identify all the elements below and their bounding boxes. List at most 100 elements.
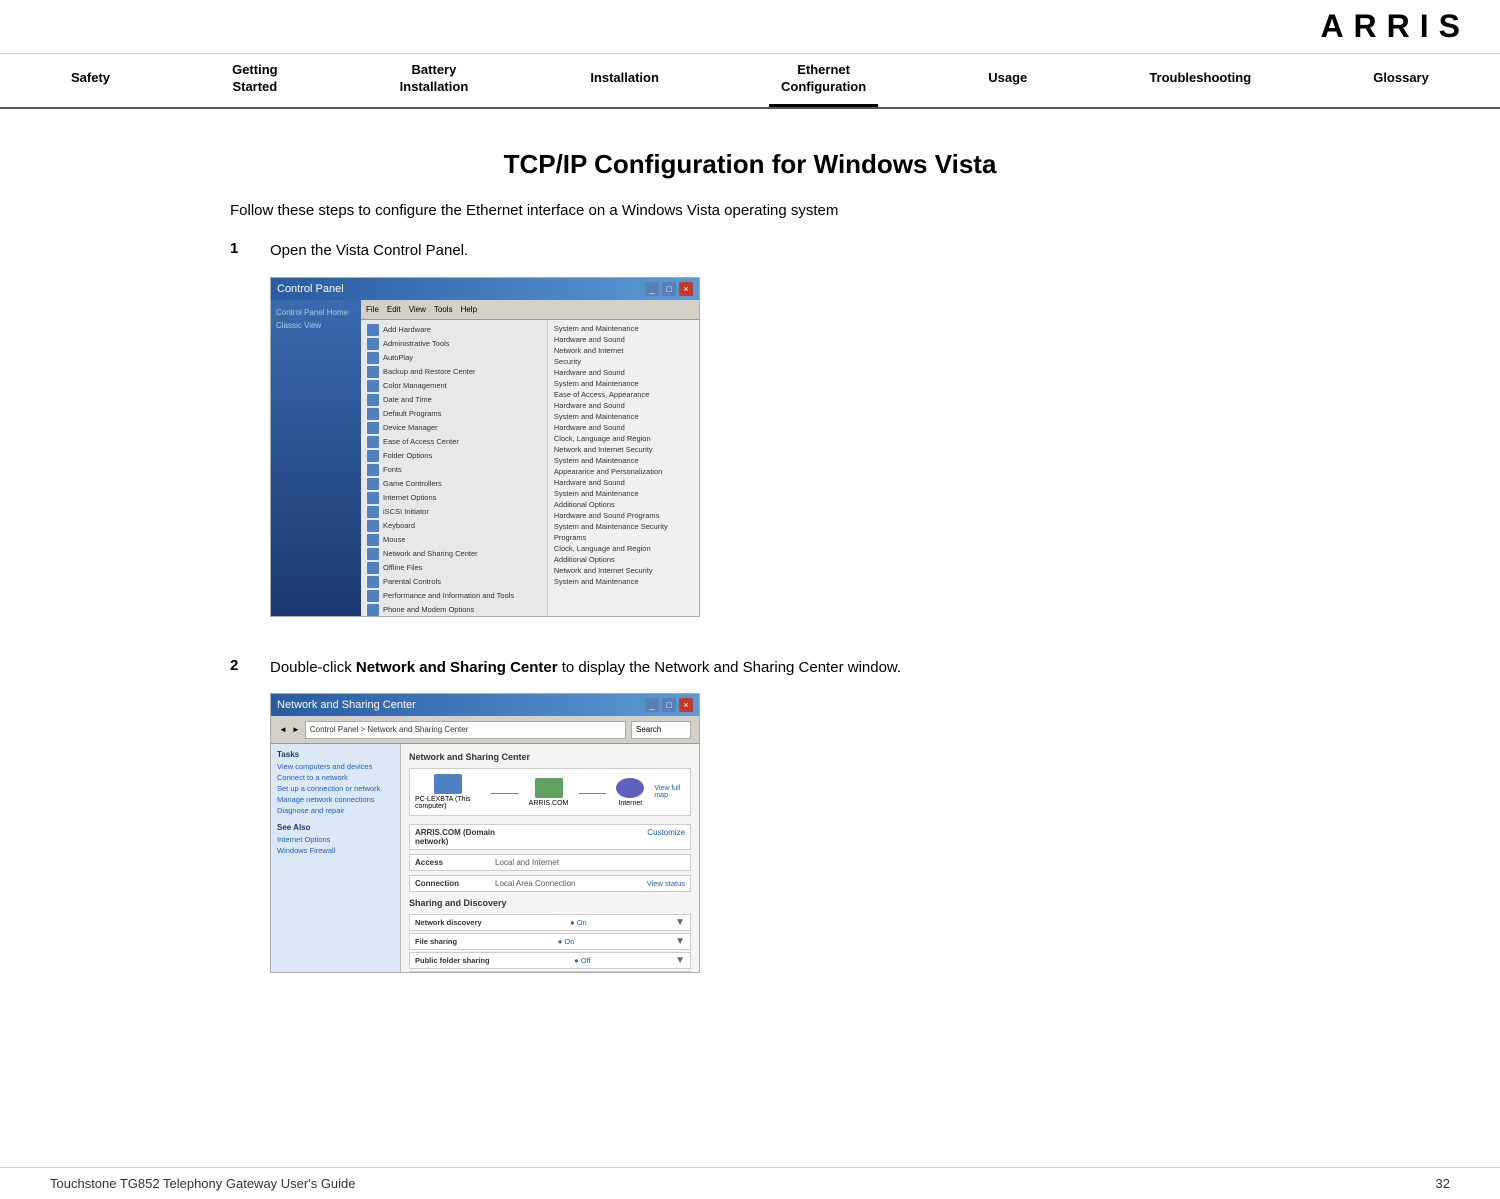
view-full-map-link[interactable]: View full map <box>654 785 685 799</box>
nsc-minimize-btn[interactable]: _ <box>645 698 659 712</box>
intro-text: Follow these steps to configure the Ethe… <box>50 200 1450 223</box>
right-item[interactable]: Additional Options <box>551 554 696 565</box>
list-item[interactable]: Performance and Information and Tools <box>364 589 544 603</box>
list-item[interactable]: Mouse <box>364 533 544 547</box>
cp-toolbar-view[interactable]: View <box>409 305 426 314</box>
nsc-task-manage[interactable]: Manage network connections <box>277 795 394 804</box>
list-item[interactable]: Phone and Modem Options <box>364 603 544 616</box>
cp-toolbar-tools[interactable]: Tools <box>434 305 453 314</box>
list-item[interactable]: AutoPlay <box>364 351 544 365</box>
right-item[interactable]: Ease of Access, Appearance <box>551 389 696 400</box>
cp-maximize-btn[interactable]: □ <box>662 282 676 296</box>
list-item[interactable]: Color Management <box>364 379 544 393</box>
right-item[interactable]: Hardware and Sound <box>551 422 696 433</box>
list-item[interactable]: Network and Sharing Center <box>364 547 544 561</box>
right-item[interactable]: Hardware and Sound Programs <box>551 510 696 521</box>
nsc-toolbar: ◄ ► Control Panel > Network and Sharing … <box>271 716 699 744</box>
cp-toolbar-file[interactable]: File <box>366 305 379 314</box>
nsc-arrow-1: —— <box>491 784 519 800</box>
list-item[interactable]: Game Controllers <box>364 477 544 491</box>
list-item[interactable]: Parental Controls <box>364 575 544 589</box>
nsc-windows-firewall[interactable]: Windows Firewall <box>277 846 394 855</box>
right-item[interactable]: Hardware and Sound <box>551 400 696 411</box>
nsc-title: Network and Sharing Center <box>277 699 416 711</box>
right-item[interactable]: System and Maintenance <box>551 323 696 334</box>
nsc-close-btn[interactable]: × <box>679 698 693 712</box>
list-item-icon <box>367 548 379 560</box>
cp-sidebar-classic[interactable]: Classic View <box>276 321 356 330</box>
right-item[interactable]: Hardware and Sound <box>551 367 696 378</box>
nav-ethernet-configuration[interactable]: Ethernet Configuration <box>769 54 878 107</box>
right-item[interactable]: Network and Internet <box>551 345 696 356</box>
nsc-task-diagnose[interactable]: Diagnose and repair <box>277 806 394 815</box>
right-item[interactable]: Programs <box>551 532 696 543</box>
cp-toolbar-edit[interactable]: Edit <box>387 305 401 314</box>
list-item[interactable]: Device Manager <box>364 421 544 435</box>
nsc-sharing-discovery-toggle[interactable]: ▼ <box>675 917 685 928</box>
nsc-maximize-btn[interactable]: □ <box>662 698 676 712</box>
nsc-task-setup[interactable]: Set up a connection or network <box>277 784 394 793</box>
list-item[interactable]: iSCSI Initiator <box>364 505 544 519</box>
right-item[interactable]: Clock, Language and Region <box>551 543 696 554</box>
nsc-sharing-public-toggle[interactable]: ▼ <box>675 955 685 966</box>
nsc-diagram: PC-LEXBTA (This computer) —— ARRIS.COM —… <box>409 768 691 816</box>
list-item[interactable]: Keyboard <box>364 519 544 533</box>
right-item[interactable]: System and Maintenance Security <box>551 521 696 532</box>
cp-close-btn[interactable]: × <box>679 282 693 296</box>
nsc-node-router: ARRIS.COM <box>529 778 569 807</box>
right-item[interactable]: System and Maintenance <box>551 378 696 389</box>
nsc-address-bar[interactable]: Control Panel > Network and Sharing Cent… <box>305 721 626 739</box>
nsc-task-connect[interactable]: Connect to a network <box>277 773 394 782</box>
nav-installation[interactable]: Installation <box>578 54 671 107</box>
right-item[interactable]: Hardware and Sound <box>551 334 696 345</box>
nsc-internet-options[interactable]: Internet Options <box>277 835 394 844</box>
nsc-search-input[interactable]: Search <box>631 721 691 739</box>
nav-battery-installation[interactable]: Battery Installation <box>388 54 481 107</box>
right-item[interactable]: System and Maintenance <box>551 576 696 587</box>
nsc-access-val: Local and Internet <box>495 858 559 867</box>
step-2-number: 2 <box>230 657 270 674</box>
list-item[interactable]: Folder Options <box>364 449 544 463</box>
right-item[interactable]: Network and Internet Security <box>551 444 696 455</box>
right-item[interactable]: Security <box>551 356 696 367</box>
right-item[interactable]: System and Maintenance <box>551 455 696 466</box>
list-item[interactable]: Fonts <box>364 463 544 477</box>
list-item[interactable]: Internet Options <box>364 491 544 505</box>
nsc-access-row: Access Local and Internet <box>409 854 691 871</box>
list-item-icon <box>367 506 379 518</box>
list-item[interactable]: Offline Files <box>364 561 544 575</box>
nav-safety[interactable]: Safety <box>59 54 122 107</box>
list-item[interactable]: Add Hardware <box>364 323 544 337</box>
nsc-sharing-file-toggle[interactable]: ▼ <box>675 936 685 947</box>
list-item[interactable]: Ease of Access Center <box>364 435 544 449</box>
nav-troubleshooting[interactable]: Troubleshooting <box>1137 54 1263 107</box>
cp-sidebar: Control Panel Home Classic View <box>271 300 361 616</box>
nav-getting-started[interactable]: Getting Started <box>220 54 290 107</box>
list-item[interactable]: Backup and Restore Center <box>364 365 544 379</box>
cp-minimize-btn[interactable]: _ <box>645 282 659 296</box>
nav-glossary[interactable]: Glossary <box>1361 54 1441 107</box>
nav-usage[interactable]: Usage <box>976 54 1039 107</box>
right-item[interactable]: Additional Options <box>551 499 696 510</box>
nsc-customize-link[interactable]: Customize <box>647 828 685 846</box>
list-item-icon <box>367 380 379 392</box>
list-item-icon <box>367 562 379 574</box>
nsc-forward-btn[interactable]: ► <box>292 725 300 734</box>
right-item[interactable]: System and Maintenance <box>551 488 696 499</box>
nsc-back-btn[interactable]: ◄ <box>279 725 287 734</box>
nsc-view-status-link[interactable]: View status <box>647 879 685 888</box>
nsc-task-view-computers[interactable]: View computers and devices <box>277 762 394 771</box>
right-item[interactable]: System and Maintenance <box>551 411 696 422</box>
nsc-access-label: Access <box>415 858 495 867</box>
list-item[interactable]: Administrative Tools <box>364 337 544 351</box>
right-item[interactable]: Network and Internet Security <box>551 565 696 576</box>
right-item[interactable]: Appearance and Personalization <box>551 466 696 477</box>
right-item[interactable]: Clock, Language and Region <box>551 433 696 444</box>
nsc-tasks-section: Tasks View computers and devices Connect… <box>277 750 394 815</box>
nsc-connection-label: Connection <box>415 879 495 888</box>
cp-toolbar-help[interactable]: Help <box>461 305 477 314</box>
right-item[interactable]: Hardware and Sound <box>551 477 696 488</box>
list-item[interactable]: Default Programs <box>364 407 544 421</box>
list-item[interactable]: Date and Time <box>364 393 544 407</box>
cp-sidebar-home[interactable]: Control Panel Home <box>276 308 356 317</box>
